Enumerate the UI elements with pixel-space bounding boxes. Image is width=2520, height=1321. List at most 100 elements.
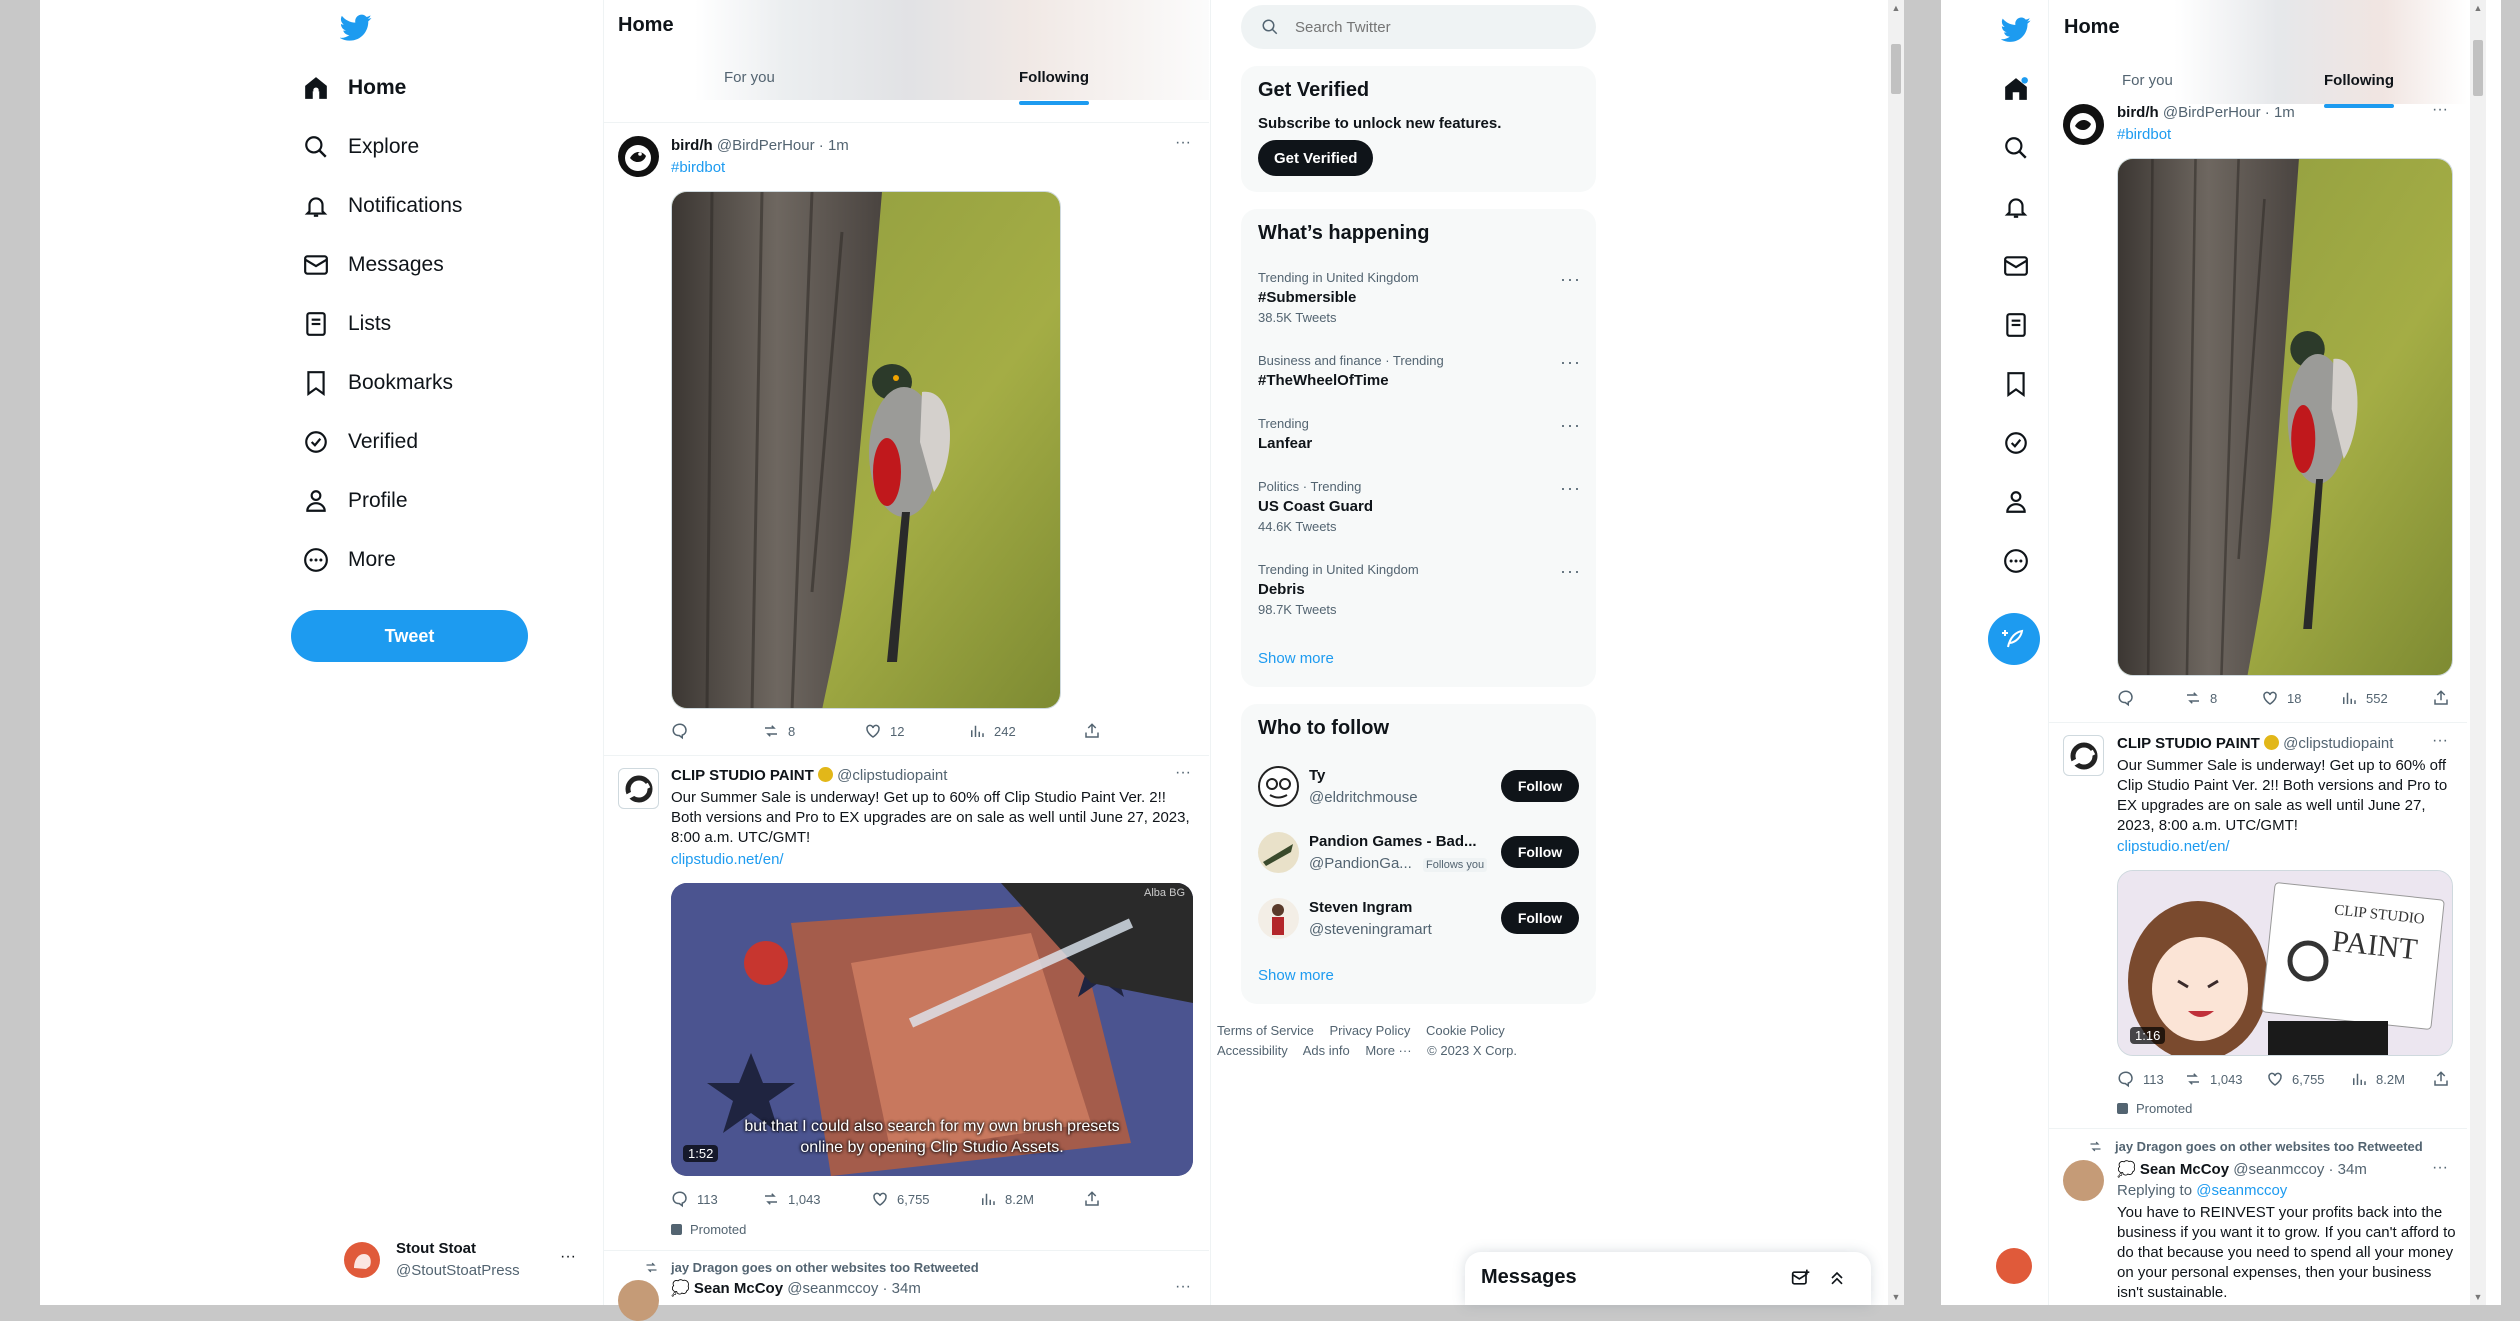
tweet-image-bird[interactable] <box>2117 158 2453 676</box>
footer-link[interactable]: Ads info <box>1303 1043 1350 1058</box>
messages-drawer[interactable]: Messages <box>1465 1252 1871 1305</box>
search-input[interactable] <box>1295 18 1575 36</box>
views-action[interactable]: 242 <box>968 722 1016 740</box>
nav-verified[interactable]: Verified <box>300 416 418 468</box>
tweet-video[interactable]: CLIP STUDIO PAINT 1:16 <box>2117 870 2453 1056</box>
tweet-image-bird[interactable] <box>671 191 1061 709</box>
bell-icon[interactable] <box>2000 191 2032 223</box>
tab-for-you[interactable]: For you <box>2122 72 2173 89</box>
twitter-logo-icon[interactable] <box>340 14 372 42</box>
twitter-logo-icon[interactable] <box>2000 14 2032 46</box>
nav-more[interactable]: More <box>300 534 396 586</box>
footer-link[interactable]: More ··· <box>1365 1043 1411 1058</box>
tweet-link[interactable]: clipstudio.net/en/ <box>2117 837 2230 857</box>
retweet-action[interactable]: 8 <box>762 722 795 740</box>
scroll-down-arrow-icon[interactable]: ▼ <box>1888 1289 1904 1305</box>
nav-notifications[interactable]: Notifications <box>300 180 462 232</box>
nav-explore[interactable]: Explore <box>300 121 419 173</box>
promoted-label[interactable]: Promoted <box>2117 1101 2192 1116</box>
search-icon[interactable] <box>2000 132 2032 164</box>
avatar[interactable] <box>2063 104 2104 145</box>
scrollbar[interactable]: ▲ ▼ <box>2470 0 2486 1305</box>
like-action[interactable]: 6,755 <box>871 1190 930 1208</box>
tweet-more-icon[interactable]: ··· <box>2432 101 2448 119</box>
trend-more-icon[interactable]: ··· <box>1560 478 1581 499</box>
follow-button[interactable]: Follow <box>1501 836 1579 868</box>
reply-action[interactable] <box>2117 689 2135 707</box>
tab-following[interactable]: Following <box>2324 72 2394 89</box>
tweet-more-icon[interactable]: ··· <box>1175 1278 1191 1296</box>
new-message-icon[interactable] <box>1791 1268 1811 1288</box>
avatar[interactable] <box>1258 832 1299 873</box>
follow-button[interactable]: Follow <box>1501 770 1579 802</box>
tweet-author-handle[interactable]: @BirdPerHour <box>2163 104 2261 121</box>
reply-action[interactable]: 113 <box>671 1190 718 1208</box>
tweet-more-icon[interactable]: ··· <box>1175 134 1191 152</box>
get-verified-button[interactable]: Get Verified <box>1258 140 1374 176</box>
tweet-hashtag[interactable]: #birdbot <box>2117 125 2171 145</box>
search-bar[interactable] <box>1241 5 1596 49</box>
tweet-author-name[interactable]: bird/h <box>2117 104 2159 121</box>
follow-suggestion-name[interactable]: Steven Ingram <box>1309 899 1412 916</box>
avatar[interactable] <box>2063 1160 2104 1201</box>
footer-link[interactable]: Privacy Policy <box>1329 1023 1410 1038</box>
avatar[interactable] <box>1996 1248 2032 1284</box>
like-action[interactable]: 6,755 <box>2266 1070 2325 1088</box>
trend-item[interactable]: Trending in United Kingdom Debris 98.7K … <box>1258 562 1578 617</box>
chevron-up-double-icon[interactable] <box>1827 1268 1847 1288</box>
promoted-label[interactable]: Promoted <box>671 1222 746 1237</box>
nav-lists[interactable]: Lists <box>300 298 391 350</box>
trend-more-icon[interactable]: ··· <box>1560 352 1581 373</box>
avatar[interactable] <box>618 1280 659 1321</box>
trend-more-icon[interactable]: ··· <box>1560 415 1581 436</box>
avatar[interactable] <box>618 768 659 809</box>
tweet-time[interactable]: · 34m <box>2329 1161 2367 1178</box>
follow-suggestion-name[interactable]: Ty <box>1309 767 1325 784</box>
list-icon[interactable] <box>2000 309 2032 341</box>
avatar[interactable] <box>618 136 659 177</box>
tweet-author-name[interactable]: Sean McCoy <box>694 1280 783 1297</box>
reply-action[interactable]: 113 <box>2117 1070 2164 1088</box>
like-action[interactable]: 18 <box>2261 689 2301 707</box>
tweet-more-icon[interactable]: ··· <box>2432 732 2448 750</box>
avatar[interactable] <box>2063 735 2104 776</box>
account-more-icon[interactable]: ··· <box>560 1248 576 1266</box>
tweet-button[interactable]: Tweet <box>291 610 528 662</box>
tweet-author-handle[interactable]: @BirdPerHour <box>717 137 815 154</box>
tweet-more-icon[interactable]: ··· <box>1175 764 1191 782</box>
trend-more-icon[interactable]: ··· <box>1560 561 1581 582</box>
tweet-video[interactable]: Alba BG but that I could also search for… <box>671 883 1193 1176</box>
follow-button[interactable]: Follow <box>1501 902 1579 934</box>
trend-more-icon[interactable]: ··· <box>1560 269 1581 290</box>
tweet-author-handle[interactable]: @seanmccoy <box>2233 1161 2324 1178</box>
show-more-link[interactable]: Show more <box>1258 650 1334 667</box>
tweet-author-name[interactable]: CLIP STUDIO PAINT <box>671 767 814 784</box>
more-circle-icon[interactable] <box>2000 545 2032 577</box>
tweet-time[interactable]: · 34m <box>883 1280 921 1297</box>
views-action[interactable]: 552 <box>2340 689 2388 707</box>
retweet-action[interactable]: 1,043 <box>2184 1070 2243 1088</box>
retweeted-by[interactable]: jay Dragon goes on other websites too Re… <box>644 1260 979 1275</box>
scroll-thumb[interactable] <box>2473 40 2483 96</box>
tweet-author-name[interactable]: bird/h <box>671 137 713 154</box>
footer-link[interactable]: Terms of Service <box>1217 1023 1314 1038</box>
compose-tweet-button[interactable] <box>1988 613 2040 665</box>
trend-item[interactable]: Trending Lanfear <box>1258 416 1578 452</box>
tweet-author-name[interactable]: Sean McCoy <box>2140 1161 2229 1178</box>
share-action[interactable] <box>1083 722 1101 740</box>
retweet-action[interactable]: 8 <box>2184 689 2217 707</box>
scroll-up-arrow-icon[interactable]: ▲ <box>1888 0 1904 16</box>
avatar[interactable] <box>344 1242 380 1278</box>
show-more-link[interactable]: Show more <box>1258 967 1334 984</box>
footer-link[interactable]: Cookie Policy <box>1426 1023 1505 1038</box>
tweet-hashtag[interactable]: #birdbot <box>671 158 725 178</box>
trend-item[interactable]: Trending in United Kingdom #Submersible … <box>1258 270 1578 325</box>
tweet-author-handle[interactable]: @clipstudiopaint <box>2283 735 2393 752</box>
share-action[interactable] <box>2432 1070 2450 1088</box>
avatar[interactable] <box>1258 898 1299 939</box>
replying-to-handle[interactable]: @seanmccoy <box>2196 1182 2287 1199</box>
bookmark-icon[interactable] <box>2000 368 2032 400</box>
follow-suggestion-name[interactable]: Pandion Games - Bad... <box>1309 833 1477 850</box>
person-icon[interactable] <box>2000 486 2032 518</box>
share-action[interactable] <box>1083 1190 1101 1208</box>
